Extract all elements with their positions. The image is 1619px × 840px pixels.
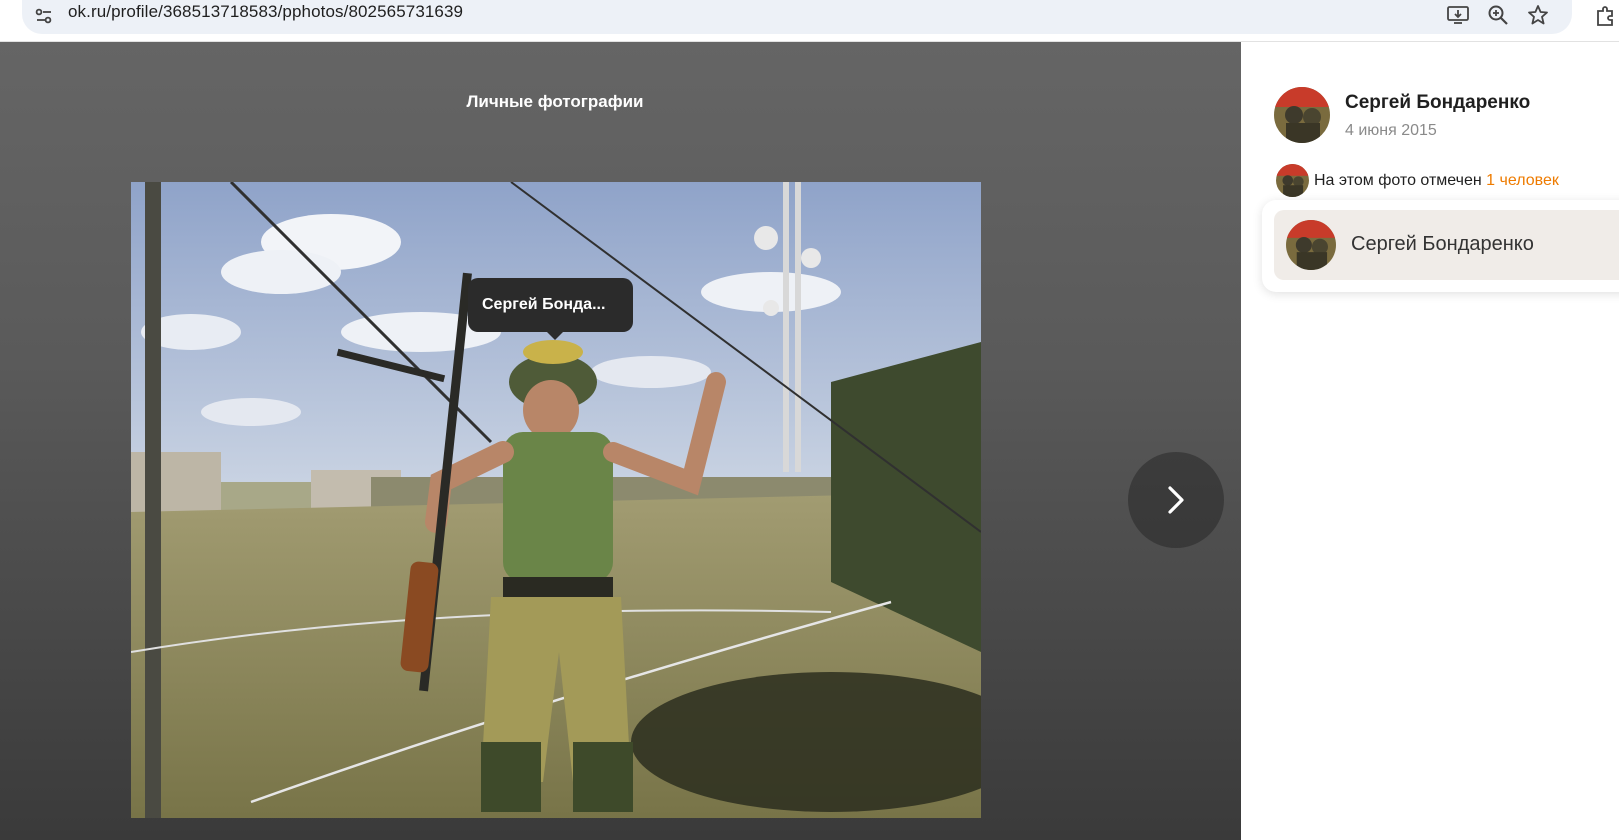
author-name[interactable]: Сергей Бондаренко [1345, 92, 1530, 114]
address-bar[interactable]: ok.ru/profile/368513718583/pphotos/80256… [22, 0, 1572, 34]
install-app-icon[interactable] [1446, 3, 1470, 27]
bookmark-star-icon[interactable] [1526, 3, 1550, 27]
tagged-avatar[interactable] [1276, 164, 1309, 197]
photo-tag-tooltip[interactable]: Сергей Бонда... [468, 278, 633, 332]
tagged-person-name: Сергей Бондаренко [1351, 233, 1534, 255]
url-text[interactable]: ok.ru/profile/368513718583/pphotos/80256… [68, 2, 463, 22]
tagged-person-avatar [1286, 220, 1336, 270]
photo-info-panel: Сергей Бондаренко 4 июня 2015 На этом фо… [1241, 42, 1619, 840]
next-photo-button[interactable] [1128, 452, 1224, 548]
tune-icon[interactable] [34, 6, 54, 26]
tagged-count-link[interactable]: 1 человек [1486, 172, 1559, 189]
tooltip-arrow [547, 332, 563, 340]
extensions-icon[interactable] [1594, 3, 1618, 27]
tagged-person-item[interactable]: Сергей Бондаренко [1274, 210, 1619, 280]
zoom-icon[interactable] [1486, 3, 1510, 27]
photo-date: 4 июня 2015 [1345, 122, 1437, 139]
browser-toolbar: ok.ru/profile/368513718583/pphotos/80256… [0, 0, 1619, 42]
tagged-text: На этом фото отмечен 1 человек [1314, 172, 1559, 190]
chevron-right-icon [1168, 486, 1184, 514]
tagged-prefix: На этом фото отмечен [1314, 172, 1482, 189]
photo-viewer: Личные фотографии Сергей Бонда... [0, 42, 1241, 840]
author-avatar[interactable] [1274, 87, 1330, 143]
tagged-people-popup: Сергей Бондаренко [1262, 200, 1619, 292]
album-title: Личные фотографии [466, 92, 644, 111]
